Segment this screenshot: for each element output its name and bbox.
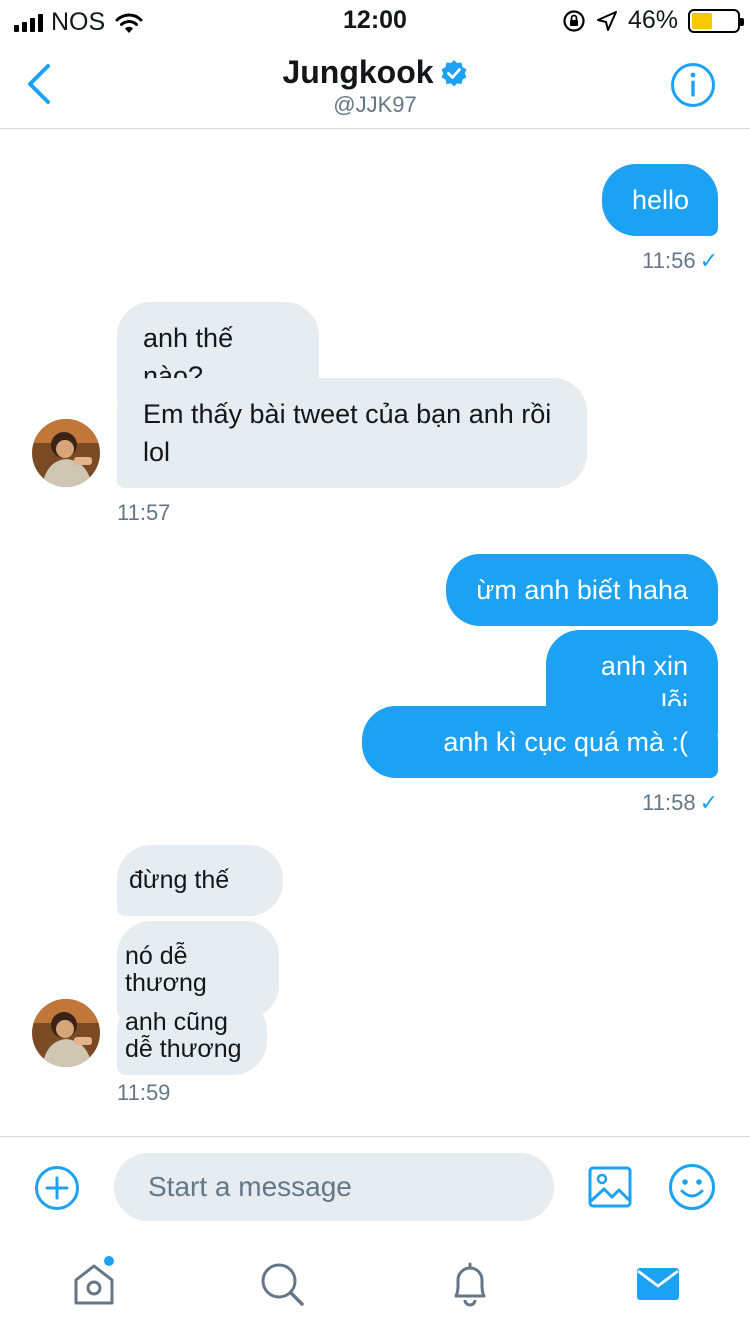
message-text: nó dễ thương xyxy=(125,942,207,997)
message-text: hello xyxy=(632,185,690,215)
message-bubble-outgoing[interactable]: hello xyxy=(602,164,718,236)
home-new-indicator xyxy=(104,1256,114,1266)
message-bubble-incoming[interactable]: Em thấy bài tweet của bạn anh rồi lol xyxy=(117,378,587,488)
message-bubble-incoming[interactable]: anh cũng dễ thương xyxy=(117,997,267,1075)
contact-handle: @JJK97 xyxy=(333,92,417,117)
info-button[interactable] xyxy=(670,62,716,108)
battery-fill xyxy=(692,12,713,29)
emoji-icon[interactable] xyxy=(668,1163,716,1211)
message-timestamp: 11:57 xyxy=(117,500,171,525)
read-check-icon: ✓ xyxy=(699,248,718,273)
status-bar: NOS 12:00 46% xyxy=(0,0,750,40)
add-circle-icon[interactable] xyxy=(34,1165,80,1211)
conversation-header: Jungkook @JJK97 xyxy=(0,40,750,129)
location-icon xyxy=(596,10,617,31)
message-text: đừng thế xyxy=(129,866,230,894)
message-text: anh kì cục quá mà :( xyxy=(443,727,688,757)
message-timestamp: 11:59 xyxy=(117,1080,171,1105)
message-bubble-incoming[interactable]: đừng thế xyxy=(117,845,283,916)
home-icon[interactable] xyxy=(70,1260,118,1308)
message-text: ừm anh biết haha xyxy=(476,575,688,605)
battery-icon xyxy=(688,8,744,33)
message-timestamp: 11:56 ✓ xyxy=(642,248,718,273)
messages-icon[interactable] xyxy=(634,1260,682,1308)
avatar-image xyxy=(32,419,100,487)
contact-name: Jungkook xyxy=(282,54,434,90)
image-icon[interactable] xyxy=(588,1165,632,1209)
battery-percent: 46% xyxy=(627,6,678,34)
avatar-image xyxy=(32,999,100,1067)
message-text: Em thấy bài tweet của bạn anh rồi lol xyxy=(143,399,552,467)
compose-bar xyxy=(0,1136,750,1236)
message-bubble-outgoing[interactable]: ừm anh biết haha xyxy=(446,554,718,626)
read-check-icon: ✓ xyxy=(699,790,718,815)
verified-badge-icon xyxy=(441,59,467,86)
search-icon[interactable] xyxy=(258,1260,306,1308)
avatar[interactable] xyxy=(32,999,100,1067)
avatar[interactable] xyxy=(32,419,100,487)
message-input[interactable] xyxy=(114,1153,554,1221)
tab-bar xyxy=(0,1236,750,1334)
message-text: anh cũng dễ thương xyxy=(125,1008,242,1063)
status-right: 46% xyxy=(562,6,744,35)
conversation-title[interactable]: Jungkook @JJK97 xyxy=(0,54,750,118)
rotation-lock-icon xyxy=(563,9,585,32)
notifications-icon[interactable] xyxy=(446,1260,494,1308)
message-timestamp: 11:58 ✓ xyxy=(642,790,718,815)
message-bubble-outgoing[interactable]: anh kì cục quá mà :( xyxy=(362,706,718,778)
